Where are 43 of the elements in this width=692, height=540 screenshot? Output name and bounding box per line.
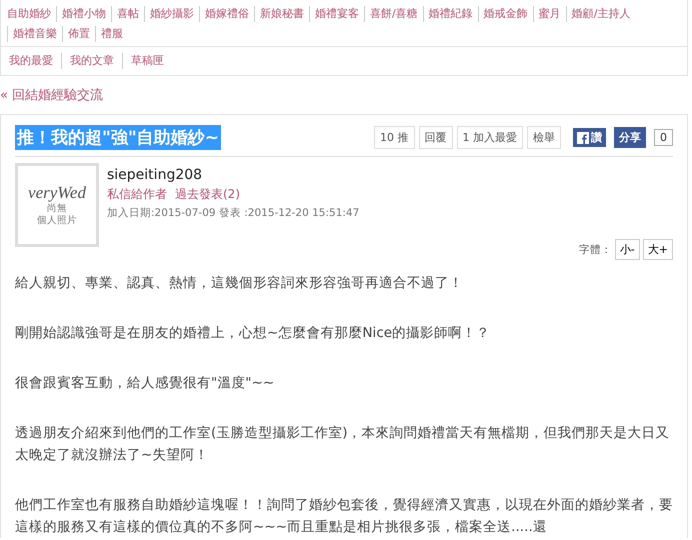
category-link[interactable]: 婚嫁禮俗 — [199, 6, 254, 22]
font-size-button[interactable]: 小- — [614, 239, 640, 260]
category-link[interactable]: 婚禮音樂 — [7, 26, 62, 42]
user-menu-link[interactable]: 我的文章 — [61, 53, 122, 69]
category-link[interactable]: 婚顧/主持人 — [566, 6, 636, 22]
post-title: 推！我的超"強"自助婚紗~ — [15, 125, 221, 150]
post-paragraph: 剛開始認識強哥是在朋友的婚禮上，心想~怎麼會有那麼Nice的攝影師啊！？ — [15, 324, 492, 343]
category-link[interactable]: 蜜月 — [532, 6, 566, 22]
category-link[interactable]: 禮服 — [95, 26, 128, 42]
action-button[interactable]: 檢舉 — [527, 126, 561, 149]
share-count: 0 — [654, 129, 673, 146]
avatar-caption: 尚無 — [47, 203, 67, 215]
post-paragraph: 給人親切、專業、認真、熱情，這幾個形容詞來形容強哥再適合不過了！ — [15, 274, 464, 293]
back-link[interactable]: « 回結婚經驗交流 — [0, 86, 104, 104]
category-link[interactable]: 婚紗攝影 — [144, 6, 199, 22]
author-name: siepeiting208 — [107, 167, 204, 183]
category-link[interactable]: 婚禮宴客 — [309, 6, 364, 22]
action-button[interactable]: 10 推 — [374, 126, 414, 149]
post-paragraph: 他們工作室也有服務自助婚紗這塊喔！！詢問了婚紗包套後，覺得經濟又實惠，以現在外面的婚紗業者，要這樣的服務又有這樣的價位真的不多阿~~~而且重點是相片挑很多張，檔案全送.....還 — [15, 496, 673, 537]
font-size-button[interactable]: 大+ — [642, 239, 673, 260]
category-link[interactable]: 婚戒金飾 — [478, 6, 533, 22]
category-link[interactable]: 婚禮小物 — [56, 6, 111, 22]
avatar-logo: veryWed — [28, 183, 86, 203]
user-menu-link[interactable]: 草稿匣 — [122, 53, 172, 69]
category-link[interactable]: 喜餅/喜糖 — [364, 6, 423, 22]
category-link[interactable]: 自助婚紗 — [7, 6, 56, 22]
category-link[interactable]: 婚禮紀錄 — [422, 6, 478, 22]
category-link[interactable]: 喜帖 — [111, 6, 144, 22]
facebook-icon — [577, 132, 589, 144]
post-meta: 加入日期:2015-07-09 發表 :2015-12-20 15:51:47 — [107, 206, 360, 220]
like-button[interactable]: 讚 — [573, 128, 606, 147]
post-paragraph: 很會跟賓客互動，給人感覺很有"溫度"~~ — [15, 374, 276, 393]
category-link[interactable]: 佈置 — [62, 26, 95, 42]
action-button[interactable]: 1 加入最愛 — [456, 126, 523, 149]
avatar-caption: 個人照片 — [37, 215, 77, 227]
category-link[interactable]: 新娘秘書 — [254, 6, 309, 22]
author-link[interactable]: 過去發表(2) — [175, 186, 240, 203]
post-paragraph: 透過朋友介紹來到他們的工作室(玉勝造型攝影工作室)，本來詢問婚禮當天有無檔期，但我們那天是大日又太晚定了就沒辦法了~失望阿！ — [15, 424, 671, 465]
action-button[interactable]: 回覆 — [418, 126, 452, 149]
font-size-label: 字體： — [578, 242, 612, 256]
author-link[interactable]: 私信給作者 — [107, 186, 167, 203]
share-button[interactable]: 分享 — [614, 127, 646, 148]
user-menu-link[interactable]: 我的最愛 — [9, 53, 61, 69]
